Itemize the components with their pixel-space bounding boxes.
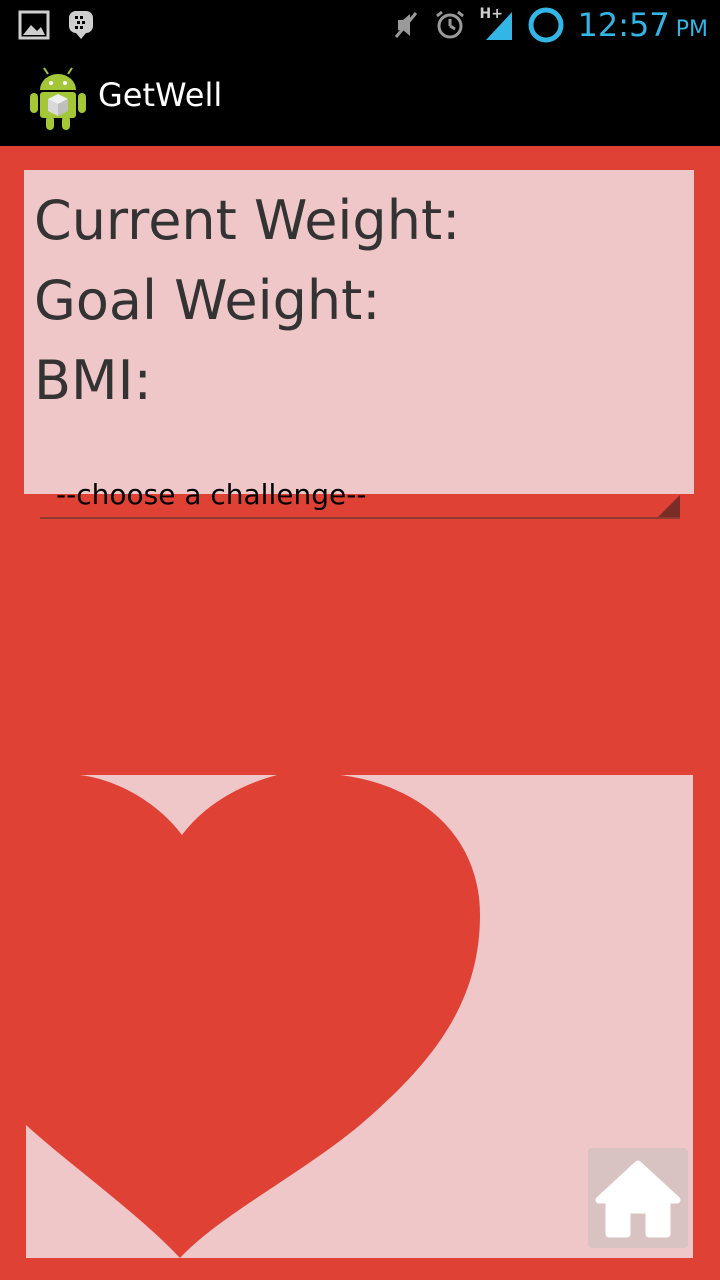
spinner-dropdown-icon [658, 495, 680, 517]
sync-icon [528, 7, 564, 43]
android-app-icon[interactable] [28, 66, 88, 132]
signal-icon [485, 12, 512, 40]
mute-icon [394, 12, 417, 38]
status-bar-notifications [18, 0, 94, 50]
challenge-spinner[interactable]: --choose a challenge-- [40, 470, 680, 519]
clock: 12:57 PM [578, 6, 708, 44]
home-icon [595, 1160, 681, 1238]
bbm-icon [69, 11, 93, 39]
weight-info-panel: Current Weight: Goal Weight: BMI: [24, 170, 694, 494]
clock-ampm: PM [675, 17, 708, 42]
gallery-icon [18, 10, 50, 40]
action-bar: GetWell [0, 50, 720, 146]
home-button[interactable] [588, 1148, 688, 1248]
signal-indicator: H+ [480, 6, 514, 42]
clock-time: 12:57 [577, 6, 670, 44]
alarm-icon [435, 10, 464, 39]
spinner-underline [40, 517, 680, 519]
bmi-label: BMI: [34, 349, 152, 412]
status-bar: H+ 12:57 PM [0, 0, 720, 50]
goal-weight-label: Goal Weight: [34, 269, 381, 332]
challenge-spinner-value: --choose a challenge-- [56, 478, 367, 511]
current-weight-label: Current Weight: [34, 189, 461, 252]
app-title: GetWell [98, 76, 223, 114]
status-bar-system: H+ 12:57 PM [392, 0, 708, 50]
